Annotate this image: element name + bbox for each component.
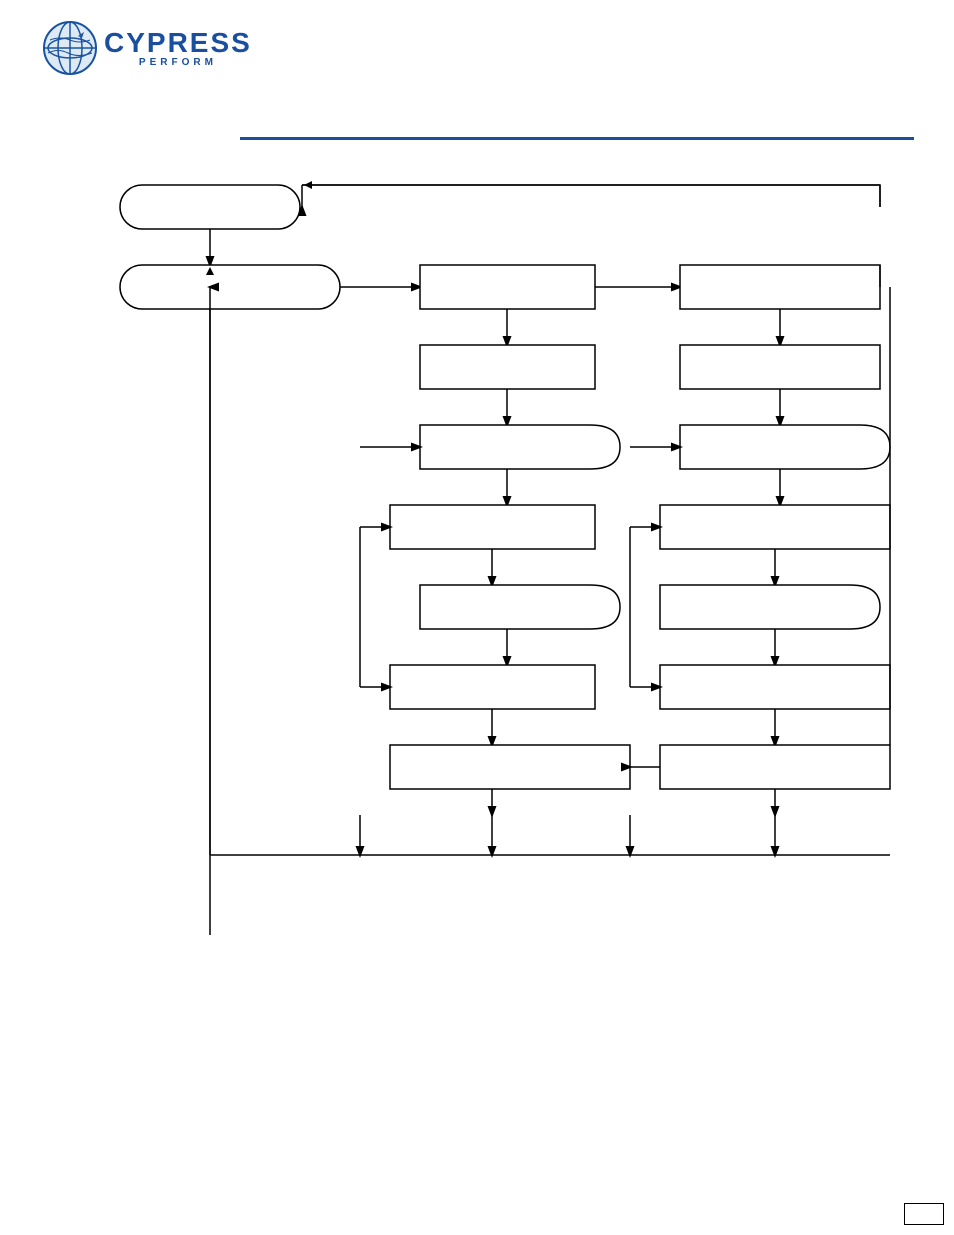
header-divider — [240, 137, 914, 140]
flowchart-diagram — [60, 155, 930, 935]
page-header: CYPRESS PERFORM — [0, 0, 954, 140]
logo-perform-label: PERFORM — [104, 57, 252, 68]
logo: CYPRESS PERFORM — [40, 18, 252, 78]
page-number-box — [904, 1203, 944, 1225]
logo-globe-icon — [40, 18, 100, 78]
logo-cypress-label: CYPRESS — [104, 29, 252, 57]
flowchart-svg — [60, 155, 930, 935]
logo-text-block: CYPRESS PERFORM — [104, 29, 252, 68]
